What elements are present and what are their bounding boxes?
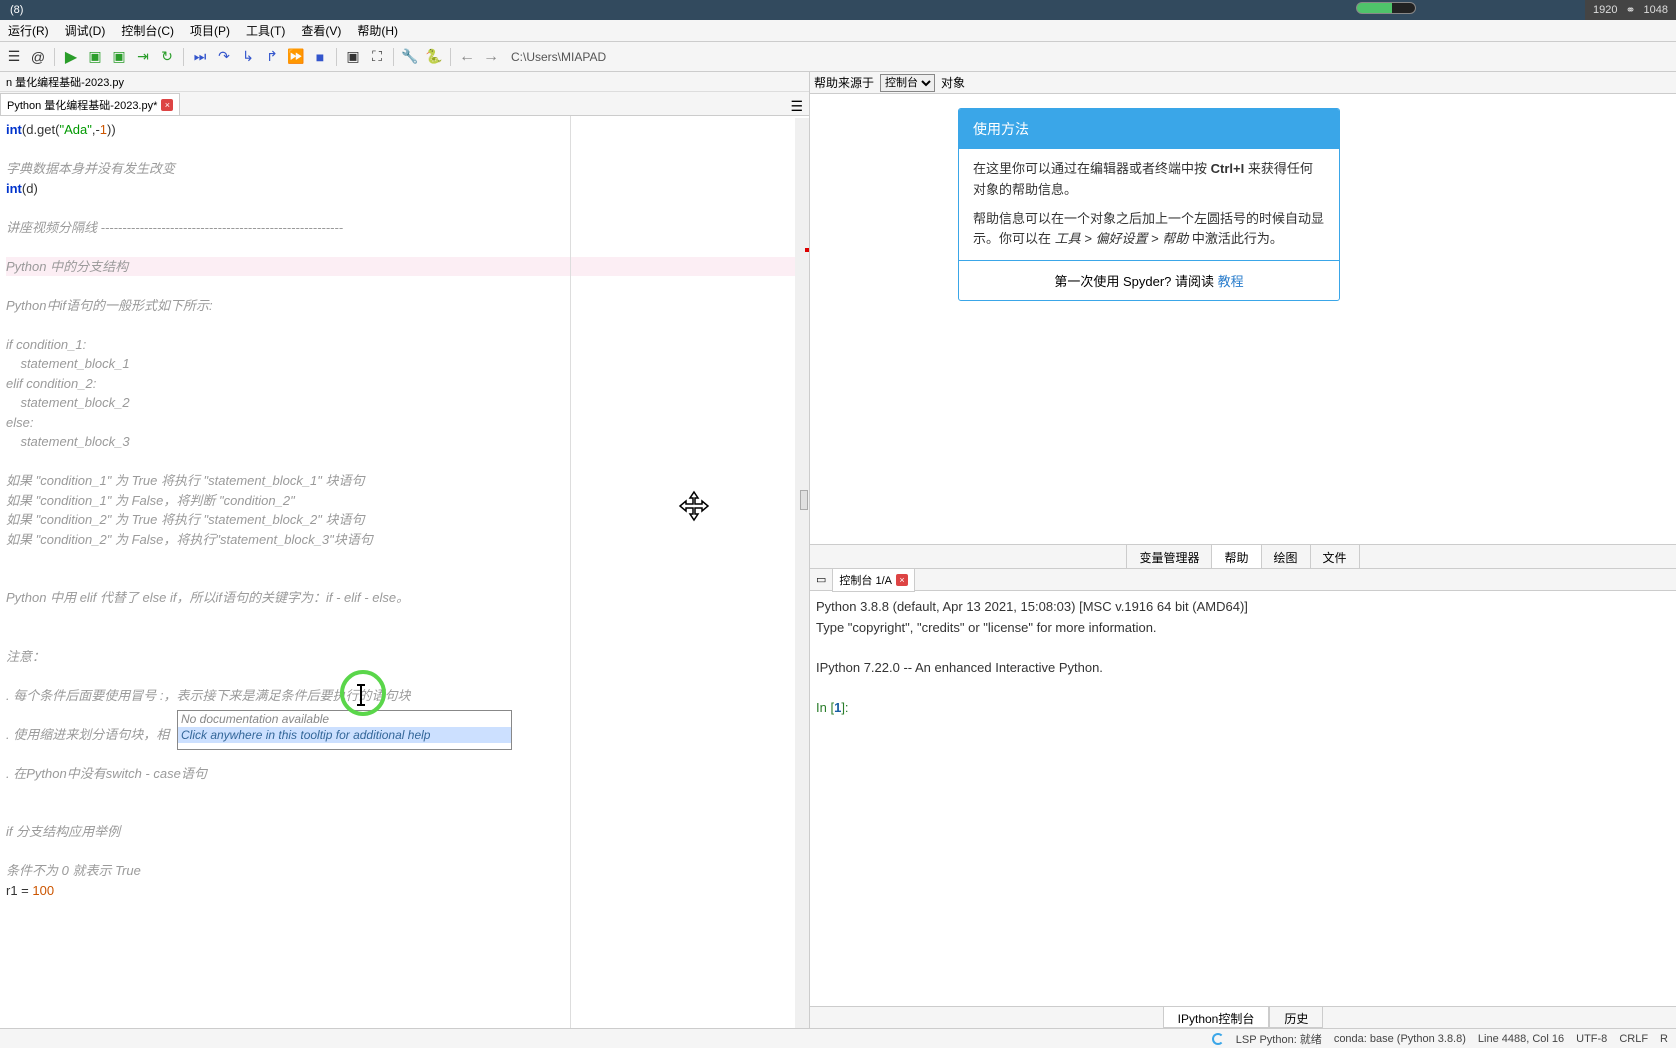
- debug-into-icon[interactable]: ↳: [238, 47, 258, 67]
- help-header: 帮助来源于 控制台 对象: [810, 72, 1676, 94]
- title-bar: (8) 1920 ⚭ 1048: [0, 0, 1676, 20]
- console-tab-active[interactable]: 控制台 1/A ×: [832, 568, 915, 592]
- fullscreen-icon[interactable]: ⛶: [367, 47, 387, 67]
- console-pane: ▭ 控制台 1/A × Python 3.8.8 (default, Apr 1…: [810, 568, 1676, 1028]
- title-label: (8): [10, 4, 23, 16]
- console-output[interactable]: Python 3.8.8 (default, Apr 13 2021, 15:0…: [810, 591, 1676, 1006]
- menu-view[interactable]: 查看(V): [293, 22, 349, 39]
- menu-console[interactable]: 控制台(C): [113, 22, 182, 39]
- status-lsp: LSP Python: 就绪: [1236, 1031, 1322, 1047]
- help-object-label: 对象: [941, 74, 965, 91]
- forward-icon[interactable]: →: [481, 47, 501, 67]
- tab-ipython-console[interactable]: IPython控制台: [1163, 1007, 1270, 1028]
- tab-history[interactable]: 历史: [1269, 1007, 1323, 1028]
- tab-variable-explorer[interactable]: 变量管理器: [1126, 545, 1212, 568]
- help-source-label: 帮助来源于: [814, 74, 874, 91]
- screen-stats: 1920 ⚭ 1048: [1585, 0, 1676, 20]
- tooltip-line1: No documentation available: [178, 711, 511, 727]
- back-icon[interactable]: ←: [457, 47, 477, 67]
- resource-gauge: [1356, 2, 1416, 14]
- tutorial-link[interactable]: 教程: [1218, 274, 1244, 289]
- outline-icon[interactable]: ☰: [4, 47, 24, 67]
- scroll-marker: [805, 248, 809, 252]
- save-layout-icon[interactable]: ▣: [343, 47, 363, 67]
- help-card-title: 使用方法: [959, 109, 1339, 149]
- python-icon[interactable]: 🐍: [424, 47, 444, 67]
- spinner-icon: [1212, 1033, 1224, 1045]
- preferences-icon[interactable]: 🔧: [400, 47, 420, 67]
- console-tab-label: 控制台 1/A: [839, 572, 892, 588]
- status-readwrite: R: [1660, 1033, 1668, 1045]
- console-bottom-tabs: IPython控制台 历史: [810, 1006, 1676, 1028]
- menu-debug[interactable]: 调试(D): [57, 22, 114, 39]
- debug-step-icon[interactable]: ↷: [214, 47, 234, 67]
- rerun-icon[interactable]: ↻: [157, 47, 177, 67]
- tab-files[interactable]: 文件: [1311, 545, 1360, 568]
- highlighted-line: Python 中的分支结构: [6, 257, 803, 277]
- menu-help[interactable]: 帮助(H): [349, 22, 406, 39]
- help-card-p1: 在这里你可以通过在编辑器或者终端中按 Ctrl+I 来获得任何对象的帮助信息。: [973, 159, 1325, 201]
- debug-stop-icon[interactable]: ■: [310, 47, 330, 67]
- menu-bar: 运行(R) 调试(D) 控制台(C) 项目(P) 工具(T) 查看(V) 帮助(…: [0, 20, 1676, 42]
- help-card-p2: 帮助信息可以在一个对象之后加上一个左圆括号的时候自动显示。你可以在 工具 > 偏…: [973, 209, 1325, 251]
- run-cell-icon[interactable]: ▣: [85, 47, 105, 67]
- screen-width: 1920: [1593, 4, 1617, 16]
- console-menu-icon[interactable]: ▭: [810, 573, 832, 586]
- right-pane-tabs: 变量管理器 帮助 绘图 文件: [810, 544, 1676, 568]
- move-cursor-icon: [678, 490, 710, 522]
- editor-pane: n 量化编程基础-2023.py Python 量化编程基础-2023.py* …: [0, 72, 810, 1028]
- menu-tools[interactable]: 工具(T): [238, 22, 293, 39]
- right-pane: 帮助来源于 控制台 对象 使用方法 在这里你可以通过在编辑器或者终端中按 Ctr…: [810, 72, 1676, 1028]
- console-tabs: ▭ 控制台 1/A ×: [810, 569, 1676, 591]
- editor-filepath: n 量化编程基础-2023.py: [0, 72, 809, 92]
- run-cell-next-icon[interactable]: ▣: [109, 47, 129, 67]
- debug-continue-icon[interactable]: ⏩: [286, 47, 306, 67]
- at-icon[interactable]: @: [28, 47, 48, 67]
- editor-tab-label: Python 量化编程基础-2023.py*: [7, 97, 157, 113]
- status-cursor-pos: Line 4488, Col 16: [1478, 1033, 1564, 1045]
- help-body: 使用方法 在这里你可以通过在编辑器或者终端中按 Ctrl+I 来获得任何对象的帮…: [810, 94, 1676, 544]
- working-dir-field[interactable]: C:\Users\MIAPAD: [511, 50, 1672, 64]
- code-editor[interactable]: int(d.get("Ada",-1)) 字典数据本身并没有发生改变 int(d…: [0, 116, 809, 1028]
- status-eol[interactable]: CRLF: [1619, 1033, 1648, 1045]
- run-selection-icon[interactable]: ⇥: [133, 47, 153, 67]
- editor-scrollbar[interactable]: [795, 118, 809, 1028]
- editor-tabs: Python 量化编程基础-2023.py* × ☰: [0, 92, 809, 116]
- help-card: 使用方法 在这里你可以通过在编辑器或者终端中按 Ctrl+I 来获得任何对象的帮…: [958, 108, 1340, 301]
- debug-next-icon[interactable]: ⏭: [190, 47, 210, 67]
- close-icon[interactable]: ×: [161, 99, 173, 111]
- tab-help[interactable]: 帮助: [1212, 545, 1261, 568]
- menu-run[interactable]: 运行(R): [0, 22, 57, 39]
- help-card-footer: 第一次使用 Spyder? 请阅读 教程: [959, 260, 1339, 300]
- menu-project[interactable]: 项目(P): [182, 22, 238, 39]
- status-conda[interactable]: conda: base (Python 3.8.8): [1334, 1033, 1466, 1045]
- editor-tab-active[interactable]: Python 量化编程基础-2023.py* ×: [0, 93, 180, 115]
- debug-out-icon[interactable]: ↱: [262, 47, 282, 67]
- tooltip-line2[interactable]: Click anywhere in this tooltip for addit…: [178, 727, 511, 743]
- help-source-select[interactable]: 控制台: [880, 74, 935, 92]
- doc-tooltip[interactable]: No documentation available Click anywher…: [177, 710, 512, 750]
- toolbar: ☰ @ ▶ ▣ ▣ ⇥ ↻ ⏭ ↷ ↳ ↱ ⏩ ■ ▣ ⛶ 🔧 🐍 ← → C:…: [0, 42, 1676, 72]
- tab-plots[interactable]: 绘图: [1262, 545, 1311, 568]
- splitter-handle[interactable]: [800, 490, 808, 510]
- link-icon: ⚭: [1625, 3, 1635, 17]
- text-cursor-icon: [360, 686, 362, 704]
- status-encoding[interactable]: UTF-8: [1576, 1033, 1607, 1045]
- status-bar: LSP Python: 就绪 conda: base (Python 3.8.8…: [0, 1028, 1676, 1048]
- run-icon[interactable]: ▶: [61, 47, 81, 67]
- tab-menu-icon[interactable]: ☰: [784, 98, 809, 115]
- column-ruler: [570, 116, 571, 1028]
- close-icon[interactable]: ×: [896, 574, 908, 586]
- screen-height: 1048: [1644, 4, 1668, 16]
